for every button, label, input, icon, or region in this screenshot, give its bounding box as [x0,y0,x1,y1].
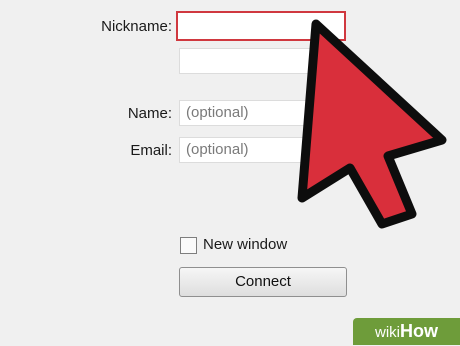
arrow-shape [297,19,447,229]
pointer-arrow-icon [297,19,447,229]
wikihow-watermark: wikiHow [353,318,460,345]
